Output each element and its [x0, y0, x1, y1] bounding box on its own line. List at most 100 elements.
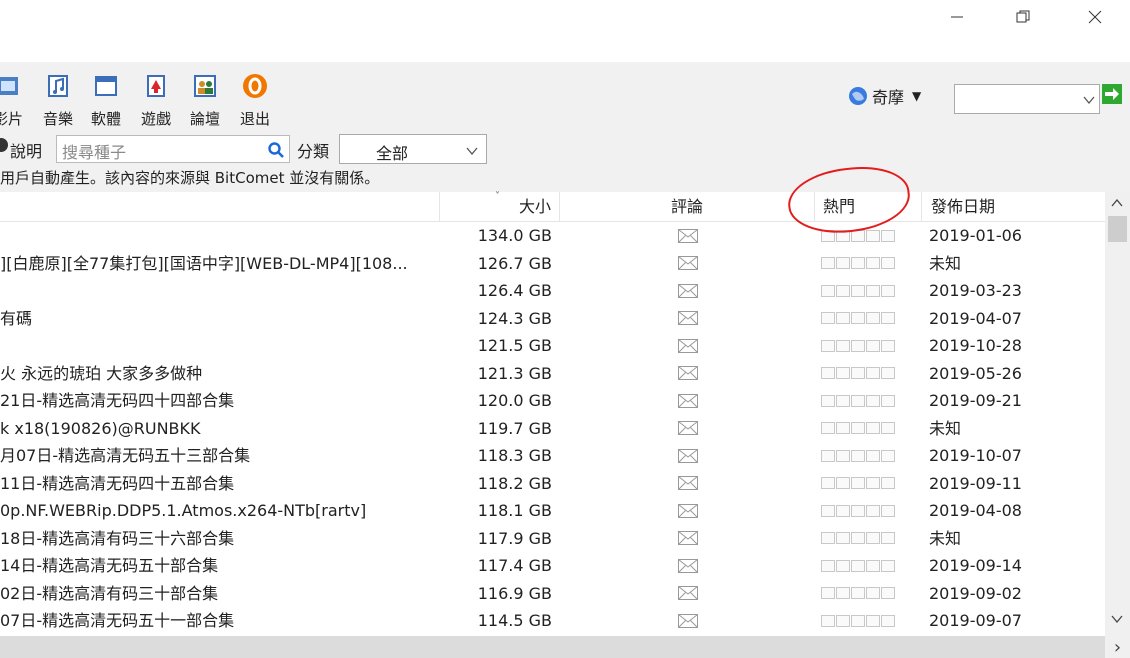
go-button[interactable] [1102, 84, 1122, 104]
vertical-scrollbar[interactable] [1105, 192, 1130, 636]
toolbar-video-button[interactable]: 影片 [0, 72, 30, 130]
table-row[interactable]: 0p.NF.WEBRip.DDP5.1.Atmos.x264-NTb[rartv… [0, 497, 1105, 525]
row-size: 118.2 GB [477, 473, 552, 493]
toolbar-game-label: 遊戲 [140, 110, 171, 128]
comment-cell[interactable] [560, 525, 815, 553]
comment-cell[interactable] [560, 332, 815, 360]
disclaimer-notice: 用戶自動產生。該內容的來源與 BitComet 並沒有關係。 [0, 168, 1130, 192]
comment-cell[interactable] [560, 552, 815, 580]
row-date: 2019-10-07 [929, 446, 1022, 465]
row-size: 116.9 GB [477, 583, 552, 603]
category-select[interactable]: 全部 [339, 134, 487, 164]
search-placeholder: 搜尋種子 [62, 143, 127, 162]
comment-cell[interactable] [560, 360, 815, 388]
header-name[interactable] [0, 192, 440, 222]
game-icon [147, 75, 165, 97]
table-row[interactable]: 火 永远的琥珀 大家多多做种 121.3 GB 2019-05-26 [0, 360, 1105, 388]
chevron-up-icon[interactable] [1111, 198, 1123, 208]
row-name: 18日-精选高清有码三十六部合集 [0, 528, 235, 548]
row-name: 11日-精选高清无码四十五部合集 [0, 473, 235, 493]
table-row[interactable]: 月07日-精选高清无码五十三部合集 118.3 GB 2019-10-07 [0, 442, 1105, 470]
envelope-icon[interactable] [677, 283, 698, 298]
table-row[interactable]: 18日-精选高清有码三十六部合集 117.9 GB 未知 [0, 525, 1105, 553]
envelope-icon[interactable] [677, 421, 698, 436]
chevron-right-icon: › [1113, 636, 1122, 658]
search-engine-label: 奇摩 [872, 88, 905, 107]
video-icon [0, 77, 18, 95]
table-row[interactable]: ][白鹿原][全77集打包][国语中字][WEB-DL-MP4][108... … [0, 250, 1105, 278]
header-size[interactable]: ˅ 大小 [440, 191, 560, 222]
close-button[interactable] [1072, 0, 1118, 34]
exit-icon [243, 74, 267, 98]
main-toolbar: 影片 音樂 軟體 遊戲 論壇 退出 奇摩 ▼ [0, 62, 1130, 132]
comment-cell[interactable] [560, 415, 815, 443]
scroll-right-button[interactable]: › [1105, 636, 1130, 658]
comment-cell[interactable] [560, 222, 815, 250]
header-comments[interactable]: 評論 [560, 192, 815, 222]
table-row[interactable]: 11日-精选高清无码四十五部合集 118.2 GB 2019-09-11 [0, 470, 1105, 498]
table-row[interactable]: 02日-精选高清有码三十部合集 116.9 GB 2019-09-02 [0, 580, 1105, 608]
table-row[interactable]: k x18(190826)@RUNBKK 119.7 GB 未知 [0, 415, 1105, 443]
keyword-combo[interactable] [954, 84, 1100, 114]
comment-cell[interactable] [560, 580, 815, 608]
envelope-icon[interactable] [677, 366, 698, 381]
row-name [0, 277, 440, 305]
comment-cell[interactable] [560, 250, 815, 278]
toolbar-video-label: 影片 [0, 110, 23, 128]
comment-cell[interactable] [560, 277, 815, 305]
table-row[interactable]: 126.4 GB 2019-03-23 [0, 277, 1105, 305]
comment-cell[interactable] [560, 442, 815, 470]
restore-button[interactable] [1000, 0, 1046, 34]
table-header: ˅ 大小 評論 熱門 發佈日期 [0, 191, 1105, 222]
comment-cell[interactable] [560, 470, 815, 498]
envelope-icon[interactable] [677, 531, 698, 546]
toolbar-game-button[interactable]: 遊戲 [134, 72, 178, 130]
comment-cell[interactable] [560, 387, 815, 415]
restore-icon [1016, 10, 1030, 23]
row-size: 124.3 GB [477, 308, 552, 328]
sort-desc-icon: ˅ [495, 191, 500, 202]
hot-rating [815, 250, 922, 278]
table-row[interactable]: 121.5 GB 2019-10-28 [0, 332, 1105, 360]
envelope-icon[interactable] [677, 256, 698, 271]
row-name [0, 222, 440, 250]
table-row[interactable]: 134.0 GB 2019-01-06 [0, 222, 1105, 250]
table-row[interactable]: 14日-精选高清无码五十部合集 117.4 GB 2019-09-14 [0, 552, 1105, 580]
chevron-down-icon[interactable] [1111, 614, 1123, 624]
envelope-icon[interactable] [677, 393, 698, 408]
table-row[interactable]: 21日-精选高清无码四十四部合集 120.0 GB 2019-09-21 [0, 387, 1105, 415]
envelope-icon[interactable] [677, 613, 698, 628]
envelope-icon[interactable] [677, 448, 698, 463]
horizontal-scroll-thumb[interactable] [0, 636, 1105, 658]
globe-icon [849, 87, 867, 105]
row-date: 2019-04-08 [929, 501, 1022, 520]
toolbar-music-button[interactable]: 音樂 [36, 72, 80, 130]
table-row[interactable]: 有碼 124.3 GB 2019-04-07 [0, 305, 1105, 333]
comment-cell[interactable] [560, 607, 815, 635]
envelope-icon[interactable] [677, 558, 698, 573]
row-size: 126.7 GB [477, 253, 552, 273]
header-date[interactable]: 發佈日期 [922, 192, 1105, 222]
envelope-icon[interactable] [677, 228, 698, 243]
envelope-icon[interactable] [677, 311, 698, 326]
table-row[interactable]: 07日-精选高清无码五十一部合集 114.5 GB 2019-09-07 [0, 607, 1105, 635]
search-input[interactable]: 搜尋種子 [56, 135, 290, 163]
search-icon[interactable] [268, 142, 284, 158]
toolbar-forum-label: 論壇 [189, 110, 220, 128]
envelope-icon[interactable] [677, 503, 698, 518]
envelope-icon[interactable] [677, 586, 698, 601]
envelope-icon[interactable] [677, 476, 698, 491]
toolbar-software-button[interactable]: 軟體 [84, 72, 128, 130]
help-icon[interactable] [0, 138, 8, 152]
vertical-scroll-thumb[interactable] [1108, 216, 1127, 242]
toolbar-forum-button[interactable]: 論壇 [183, 72, 227, 130]
toolbar-exit-button[interactable]: 退出 [233, 72, 277, 130]
comment-cell[interactable] [560, 497, 815, 525]
minimize-button[interactable] [934, 0, 980, 34]
help-label[interactable]: 說明 [10, 138, 42, 162]
comment-cell[interactable] [560, 305, 815, 333]
search-engine-selector[interactable]: 奇摩 ▼ [848, 84, 921, 108]
search-row: 說明 搜尋種子 分類 全部 [0, 132, 1130, 168]
envelope-icon[interactable] [677, 338, 698, 353]
row-size: 121.5 GB [477, 336, 552, 355]
